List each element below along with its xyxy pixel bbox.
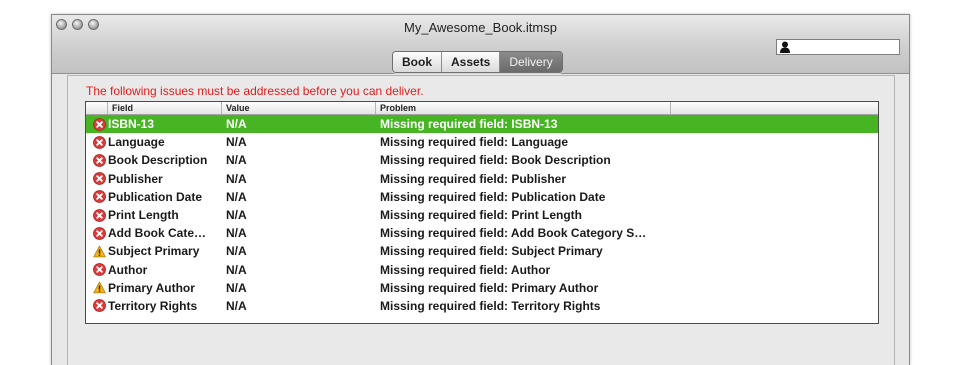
issues-table[interactable]: Field Value Problem ISBN-13 N/A Missing re… bbox=[85, 101, 879, 324]
cell-field: ISBN-13 bbox=[108, 117, 155, 132]
window-title: My_Awesome_Book.itmsp bbox=[404, 20, 557, 35]
tab-book[interactable]: Book bbox=[393, 52, 442, 72]
error-icon bbox=[86, 117, 108, 131]
table-row[interactable]: Primary Author N/A Missing required field:… bbox=[86, 279, 878, 297]
cell-problem: Missing required field: Publisher bbox=[380, 171, 567, 186]
cell-value: N/A bbox=[226, 208, 247, 223]
cell-value: N/A bbox=[226, 135, 247, 150]
title-bar: My_Awesome_Book.itmsp Book Assets Delive… bbox=[52, 15, 909, 74]
table-row[interactable]: ISBN-13 N/A Missing required field: ISBN-1… bbox=[86, 115, 878, 134]
table-row[interactable]: Subject Primary N/A Missing required field… bbox=[86, 242, 878, 260]
error-icon bbox=[86, 263, 108, 277]
error-icon bbox=[86, 135, 108, 149]
error-icon bbox=[86, 226, 108, 240]
cell-field: Primary Author bbox=[108, 280, 195, 295]
table-row[interactable]: Territory Rights N/A Missing required fiel… bbox=[86, 297, 878, 315]
cell-problem: Missing required field: Subject Primary bbox=[380, 244, 603, 259]
view-tabs: Book Assets Delivery bbox=[392, 51, 563, 73]
cell-field: Publisher bbox=[108, 171, 163, 186]
cell-field: Publication Date bbox=[108, 189, 203, 204]
cell-value: N/A bbox=[226, 171, 247, 186]
cell-problem: Missing required field: Publication Date bbox=[380, 189, 606, 204]
cell-field: Language bbox=[108, 135, 165, 150]
cell-problem: Missing required field: Add Book Categor… bbox=[380, 226, 647, 241]
cell-value: N/A bbox=[226, 244, 247, 259]
cell-field: Author bbox=[108, 262, 148, 277]
warning-icon bbox=[86, 245, 108, 258]
error-icon bbox=[86, 154, 108, 167]
user-icon bbox=[780, 41, 790, 53]
table-row[interactable]: Publication Date N/A Missing required fiel… bbox=[86, 188, 878, 206]
cell-problem: Missing required field: Print Length bbox=[380, 208, 583, 223]
cell-value: N/A bbox=[226, 226, 247, 241]
cell-value: N/A bbox=[226, 153, 247, 168]
app-window: My_Awesome_Book.itmsp Book Assets Delive… bbox=[51, 14, 910, 365]
header-field[interactable]: Field bbox=[108, 102, 222, 114]
cell-problem: Missing required field: Territory Rights bbox=[380, 298, 601, 313]
cell-problem: Missing required field: Primary Author bbox=[380, 280, 599, 295]
header-spacer bbox=[671, 102, 878, 114]
issues-warning: The following issues must be addressed b… bbox=[86, 84, 424, 98]
table-row[interactable]: Publisher N/A Missing required field: Publ… bbox=[86, 170, 878, 188]
table-row[interactable]: Print Length N/A Missing required field: P… bbox=[86, 206, 878, 224]
table-row[interactable]: Language N/A Missing required field: Langu… bbox=[86, 133, 878, 151]
cell-value: N/A bbox=[226, 280, 247, 295]
error-icon bbox=[86, 172, 108, 186]
cell-value: N/A bbox=[226, 117, 247, 132]
cell-problem: Missing required field: Author bbox=[380, 262, 551, 277]
cell-value: N/A bbox=[226, 262, 247, 277]
cell-problem: Missing required field: Language bbox=[380, 135, 569, 150]
header-problem[interactable]: Problem bbox=[376, 102, 671, 114]
user-field[interactable] bbox=[776, 39, 900, 55]
cell-value: N/A bbox=[226, 189, 247, 204]
cell-field: Territory Rights bbox=[108, 298, 198, 313]
tab-delivery[interactable]: Delivery bbox=[500, 52, 562, 72]
error-icon bbox=[86, 208, 108, 222]
cell-field: Subject Primary bbox=[108, 244, 200, 259]
error-icon bbox=[86, 190, 108, 204]
header-value[interactable]: Value bbox=[222, 102, 376, 114]
tab-assets[interactable]: Assets bbox=[442, 52, 501, 72]
cell-problem: Missing required field: Book Description bbox=[380, 153, 611, 168]
warning-icon bbox=[86, 281, 108, 294]
error-icon bbox=[86, 299, 108, 313]
table-row[interactable]: Author N/A Missing required field: Author bbox=[86, 261, 878, 279]
cell-value: N/A bbox=[226, 298, 247, 313]
table-body: ISBN-13 N/A Missing required field: ISBN-1… bbox=[86, 115, 878, 315]
cell-problem: Missing required field: ISBN-13 bbox=[380, 117, 558, 132]
cell-field: Add Book Cate… bbox=[108, 226, 207, 241]
table-row[interactable]: Book Description N/A Missing required fiel… bbox=[86, 151, 878, 169]
table-header: Field Value Problem bbox=[86, 102, 878, 115]
cell-field: Print Length bbox=[108, 208, 179, 223]
header-icon-column[interactable] bbox=[86, 102, 108, 114]
table-row[interactable]: Add Book Cate… N/A Missing required field:… bbox=[86, 224, 878, 242]
cell-field: Book Description bbox=[108, 153, 208, 168]
